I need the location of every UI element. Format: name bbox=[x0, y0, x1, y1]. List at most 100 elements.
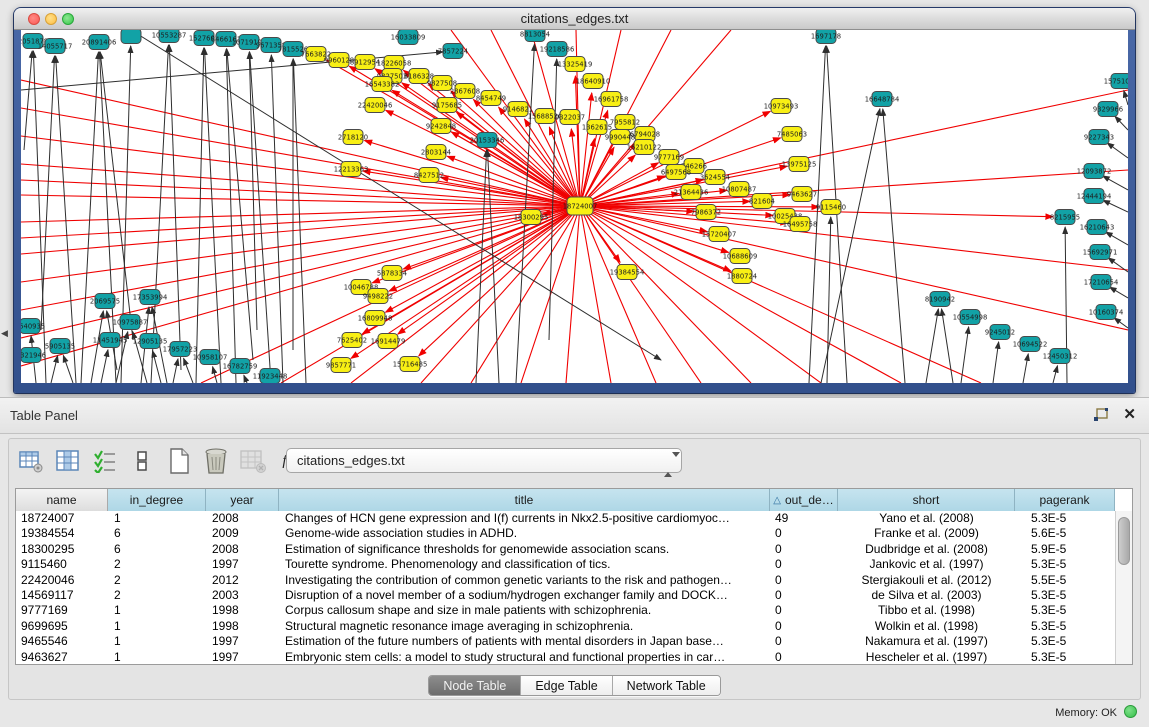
cell-indegree[interactable]: 1 bbox=[108, 603, 206, 618]
graph-node[interactable]: 16809948 bbox=[358, 311, 393, 326]
cell-short[interactable]: Jankovic et al. (1997) bbox=[838, 557, 1015, 572]
cell-year[interactable]: 1997 bbox=[206, 634, 279, 649]
cell-short[interactable]: Stergiakouli et al. (2012) bbox=[838, 573, 1015, 588]
graph-node[interactable]: 17210654 bbox=[1084, 275, 1119, 290]
cell-title[interactable]: Structural magnetic resonance image aver… bbox=[279, 619, 770, 634]
cell-outde[interactable]: 49 bbox=[770, 511, 838, 526]
cell-name[interactable]: 19384554 bbox=[16, 526, 108, 541]
table-row[interactable]: 1456911722003Disruption of a novel membe… bbox=[16, 588, 1132, 603]
cell-year[interactable]: 1997 bbox=[206, 650, 279, 665]
graph-node[interactable]: 8454749 bbox=[476, 91, 506, 106]
cell-outde[interactable]: 0 bbox=[770, 603, 838, 618]
graph-node[interactable] bbox=[121, 30, 141, 44]
cell-title[interactable]: Genome-wide association studies in ADHD. bbox=[279, 526, 770, 541]
graph-node[interactable]: 8912954 bbox=[350, 55, 380, 70]
graph-node[interactable]: 15716485 bbox=[393, 357, 428, 372]
graph-node[interactable]: 9777169 bbox=[654, 150, 684, 165]
graph-node[interactable]: 15751074 bbox=[1104, 74, 1128, 89]
cell-short[interactable]: Hescheler et al. (1997) bbox=[838, 650, 1015, 665]
cell-outde[interactable]: 0 bbox=[770, 634, 838, 649]
graph-node[interactable]: 1880724 bbox=[727, 269, 757, 284]
cell-short[interactable]: Tibbo et al. (1998) bbox=[838, 603, 1015, 618]
cell-name[interactable]: 18724007 bbox=[16, 511, 108, 526]
graph-node[interactable]: 13975125 bbox=[782, 157, 817, 172]
tab-node-table[interactable]: Node Table bbox=[429, 676, 521, 695]
graph-node[interactable]: 9857771 bbox=[326, 358, 356, 373]
cell-pagerank[interactable]: 5.9E-5 bbox=[1015, 542, 1115, 557]
cell-year[interactable]: 2008 bbox=[206, 542, 279, 557]
graph-node[interactable]: 10160374 bbox=[1089, 305, 1124, 320]
tab-network-table[interactable]: Network Table bbox=[613, 676, 720, 695]
graph-node[interactable]: 8190942 bbox=[925, 292, 955, 307]
graph-node[interactable]: 1362615 bbox=[582, 120, 612, 135]
graph-node[interactable]: 16210122 bbox=[627, 140, 662, 155]
cell-short[interactable]: Nakamura et al. (1997) bbox=[838, 634, 1015, 649]
cell-short[interactable]: Yano et al. (2008) bbox=[838, 511, 1015, 526]
cell-outde[interactable]: 0 bbox=[770, 588, 838, 603]
network-window-titlebar[interactable]: citations_edges.txt bbox=[14, 8, 1135, 30]
graph-node[interactable]: 8215955 bbox=[1050, 210, 1080, 225]
close-panel-icon[interactable]: ✕ bbox=[1123, 406, 1136, 424]
cell-outde[interactable]: 0 bbox=[770, 573, 838, 588]
cell-short[interactable]: Dudbridge et al. (2008) bbox=[838, 542, 1015, 557]
cell-outde[interactable]: 0 bbox=[770, 650, 838, 665]
graph-node[interactable]: 5878334 bbox=[377, 266, 407, 281]
graph-node[interactable]: 821604 bbox=[749, 194, 775, 209]
cell-pagerank[interactable]: 5.6E-5 bbox=[1015, 526, 1115, 541]
graph-node[interactable]: 2718120 bbox=[338, 130, 368, 145]
cell-pagerank[interactable]: 5.3E-5 bbox=[1015, 557, 1115, 572]
cell-short[interactable]: Franke et al. (2009) bbox=[838, 526, 1015, 541]
graph-node[interactable]: 20891406 bbox=[82, 35, 117, 50]
vertical-scrollbar[interactable] bbox=[1115, 511, 1132, 664]
cell-title[interactable]: Corpus callosum shape and size in male p… bbox=[279, 603, 770, 618]
collapse-west-panel-arrow-icon[interactable]: ◀ bbox=[1, 328, 8, 339]
graph-node[interactable]: 7857224 bbox=[438, 44, 468, 59]
cell-title[interactable]: Estimation of the future numbers of pati… bbox=[279, 634, 770, 649]
table-row[interactable]: 977716911998Corpus callosum shape and si… bbox=[16, 603, 1132, 618]
cell-name[interactable]: 9777169 bbox=[16, 603, 108, 618]
select-columns-checklist-button[interactable] bbox=[91, 447, 119, 475]
row-height-button[interactable] bbox=[128, 447, 156, 475]
table-row[interactable]: 969969511998Structural magnetic resonanc… bbox=[16, 619, 1132, 634]
graph-node[interactable]: 10973493 bbox=[764, 99, 799, 114]
graph-node[interactable]: 13325419 bbox=[558, 57, 593, 72]
cell-indegree[interactable]: 1 bbox=[108, 511, 206, 526]
cell-title[interactable]: Investigating the contribution of common… bbox=[279, 573, 770, 588]
table-row[interactable]: 911546021997Tourette syndrome. Phenomeno… bbox=[16, 557, 1132, 572]
cell-indegree[interactable]: 2 bbox=[108, 573, 206, 588]
graph-node[interactable]: 2069575 bbox=[90, 294, 120, 309]
graph-node[interactable]: 17353994 bbox=[133, 290, 168, 305]
column-header-title[interactable]: title bbox=[279, 489, 770, 511]
cell-title[interactable]: Estimation of significance thresholds fo… bbox=[279, 542, 770, 557]
graph-node[interactable]: 10553287 bbox=[152, 30, 187, 43]
cell-pagerank[interactable]: 5.3E-5 bbox=[1015, 650, 1115, 665]
graph-node[interactable]: 18640910 bbox=[576, 74, 611, 89]
cell-title[interactable]: Tourette syndrome. Phenomenology and cla… bbox=[279, 557, 770, 572]
cell-name[interactable]: 18300295 bbox=[16, 542, 108, 557]
cell-outde[interactable]: 0 bbox=[770, 619, 838, 634]
cell-year[interactable]: 2008 bbox=[206, 511, 279, 526]
column-header-year[interactable]: year bbox=[206, 489, 279, 511]
column-header-pagerank[interactable]: pagerank bbox=[1015, 489, 1115, 511]
graph-node[interactable]: 16782759 bbox=[223, 359, 258, 374]
cell-short[interactable]: Wolkin et al. (1998) bbox=[838, 619, 1015, 634]
cell-pagerank[interactable]: 5.3E-5 bbox=[1015, 603, 1115, 618]
graph-node[interactable]: 12093872 bbox=[1077, 164, 1112, 179]
cell-indegree[interactable]: 1 bbox=[108, 634, 206, 649]
new-document-button[interactable] bbox=[165, 447, 193, 475]
graph-node[interactable]: 9329966 bbox=[1093, 102, 1123, 117]
graph-node[interactable]: 16914479 bbox=[371, 334, 406, 349]
cell-indegree[interactable]: 1 bbox=[108, 650, 206, 665]
graph-node[interactable]: 18724007 bbox=[563, 197, 598, 215]
graph-node[interactable]: 16210643 bbox=[1080, 220, 1115, 235]
cell-indegree[interactable]: 2 bbox=[108, 557, 206, 572]
table-row[interactable]: 1938455462009Genome-wide association stu… bbox=[16, 526, 1132, 541]
cell-title[interactable]: Embryonic stem cells: a model to study s… bbox=[279, 650, 770, 665]
float-panel-icon[interactable] bbox=[1093, 408, 1109, 423]
graph-node[interactable]: 2803144 bbox=[421, 145, 451, 160]
graph-node[interactable]: 16648784 bbox=[865, 92, 900, 107]
cell-pagerank[interactable]: 5.3E-5 bbox=[1015, 619, 1115, 634]
cell-name[interactable]: 9115460 bbox=[16, 557, 108, 572]
graph-node[interactable]: 7955812 bbox=[610, 115, 640, 130]
column-header-name[interactable]: name bbox=[16, 489, 108, 511]
